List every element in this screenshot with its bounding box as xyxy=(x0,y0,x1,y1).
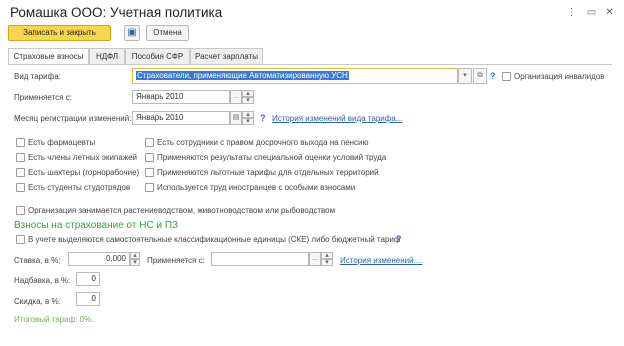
close-icon[interactable]: ✕ xyxy=(603,6,616,19)
help-icon[interactable]: ? xyxy=(260,113,266,123)
rate-applies-from-label: Применяется с: xyxy=(147,256,205,265)
pharmacists-checkbox[interactable] xyxy=(16,138,25,147)
disabled-org-checkbox[interactable] xyxy=(502,72,511,81)
tariff-dropdown-icon[interactable]: ▾ xyxy=(458,68,472,84)
tab-payroll[interactable]: Расчет зарплаты xyxy=(190,48,263,64)
spin-down-icon[interactable]: ▾ xyxy=(321,259,333,266)
student-teams-checkbox[interactable] xyxy=(16,183,25,192)
cancel-button[interactable]: Отмена xyxy=(146,25,189,41)
applies-from-select-icon[interactable]: ... xyxy=(230,90,242,104)
disabled-org-label: Организация инвалидов xyxy=(514,72,605,81)
flight-crew-checkbox[interactable] xyxy=(16,153,25,162)
spin-up-icon[interactable]: ▴ xyxy=(321,252,333,259)
rate-history-link[interactable]: История изменений.... xyxy=(340,256,422,265)
save-icon[interactable]: ▣ xyxy=(124,25,140,41)
tariff-type-value: Страхователи, применяющие Автоматизирова… xyxy=(136,71,349,80)
ske-label: В учете выделяются самостоятельные класс… xyxy=(28,235,401,244)
restore-icon[interactable]: ▭ xyxy=(585,6,598,19)
tab-divider xyxy=(8,64,612,65)
miners-label: Есть шахтеры (горнорабочие) xyxy=(28,168,140,177)
registration-month-input[interactable]: Январь 2010 xyxy=(132,111,230,125)
applies-from-input[interactable]: Январь 2010 xyxy=(132,90,230,104)
early-pension-checkbox[interactable] xyxy=(145,138,154,147)
applies-from-label: Применяется с: xyxy=(14,93,72,102)
spin-up-icon[interactable]: ▴ xyxy=(130,252,140,259)
tab-ndfl[interactable]: НДФЛ xyxy=(89,48,125,64)
pharmacists-label: Есть фармацевты xyxy=(28,138,96,147)
surcharge-label: Надбавка, в %: xyxy=(14,276,71,285)
spin-up-icon[interactable]: ▴ xyxy=(242,111,254,118)
surcharge-input[interactable]: 0 xyxy=(76,272,100,286)
rate-applies-select-icon[interactable]: ... xyxy=(309,252,321,266)
tariff-type-label: Вид тарифа: xyxy=(14,72,61,81)
rate-input[interactable]: 0,000 xyxy=(68,252,130,266)
preferential-territory-checkbox[interactable] xyxy=(145,168,154,177)
discount-label: Скидка, в %: xyxy=(14,297,61,306)
discount-input[interactable]: 0 xyxy=(76,292,100,306)
more-icon[interactable]: ⋮ xyxy=(565,6,578,19)
tariff-history-link[interactable]: История изменений вида тарифа... xyxy=(272,114,402,123)
special-assessment-checkbox[interactable] xyxy=(145,153,154,162)
foreign-labor-checkbox[interactable] xyxy=(145,183,154,192)
spin-down-icon[interactable]: ▾ xyxy=(242,97,254,104)
window-title: Ромашка ООО: Учетная политика xyxy=(10,5,223,20)
tariff-open-icon[interactable]: ⧉ xyxy=(473,68,487,84)
calendar-icon[interactable]: ▤ xyxy=(230,111,242,125)
save-and-close-button[interactable]: Записать и закрыть xyxy=(8,25,111,41)
foreign-labor-label: Используется труд иностранцев с особыми … xyxy=(157,183,356,192)
special-assessment-label: Применяются результаты специальной оценк… xyxy=(157,153,387,162)
ns-section-title: Взносы на страхование от НС и ПЗ xyxy=(14,220,179,231)
flight-crew-label: Есть члены летных экипажей xyxy=(28,153,137,162)
student-teams-label: Есть студенты студотрядов xyxy=(28,183,131,192)
rate-label: Ставка, в %: xyxy=(14,256,61,265)
rate-applies-from-input[interactable] xyxy=(211,252,309,266)
spin-down-icon[interactable]: ▾ xyxy=(242,118,254,125)
help-icon[interactable]: ? xyxy=(490,71,496,81)
agriculture-checkbox[interactable] xyxy=(16,206,25,215)
miners-checkbox[interactable] xyxy=(16,168,25,177)
spin-down-icon[interactable]: ▾ xyxy=(130,259,140,266)
help-icon[interactable]: ? xyxy=(396,234,402,244)
tariff-type-field[interactable]: Страхователи, применяющие Автоматизирова… xyxy=(132,68,458,84)
total-tariff-hint: Итоговый тариф: 0%. xyxy=(14,315,94,324)
preferential-territory-label: Применяются льготные тарифы для отдельны… xyxy=(157,168,379,177)
early-pension-label: Есть сотрудники с правом досрочного выхо… xyxy=(157,138,369,147)
agriculture-label: Организация занимается растениеводством,… xyxy=(28,206,336,215)
tab-insurance-contributions[interactable]: Страховые взносы xyxy=(8,48,89,65)
registration-month-label: Месяц регистрации изменений: xyxy=(14,114,132,123)
tab-sfr-benefits[interactable]: Пособия СФР xyxy=(125,48,190,64)
spin-up-icon[interactable]: ▴ xyxy=(242,90,254,97)
ske-checkbox[interactable] xyxy=(16,235,25,244)
